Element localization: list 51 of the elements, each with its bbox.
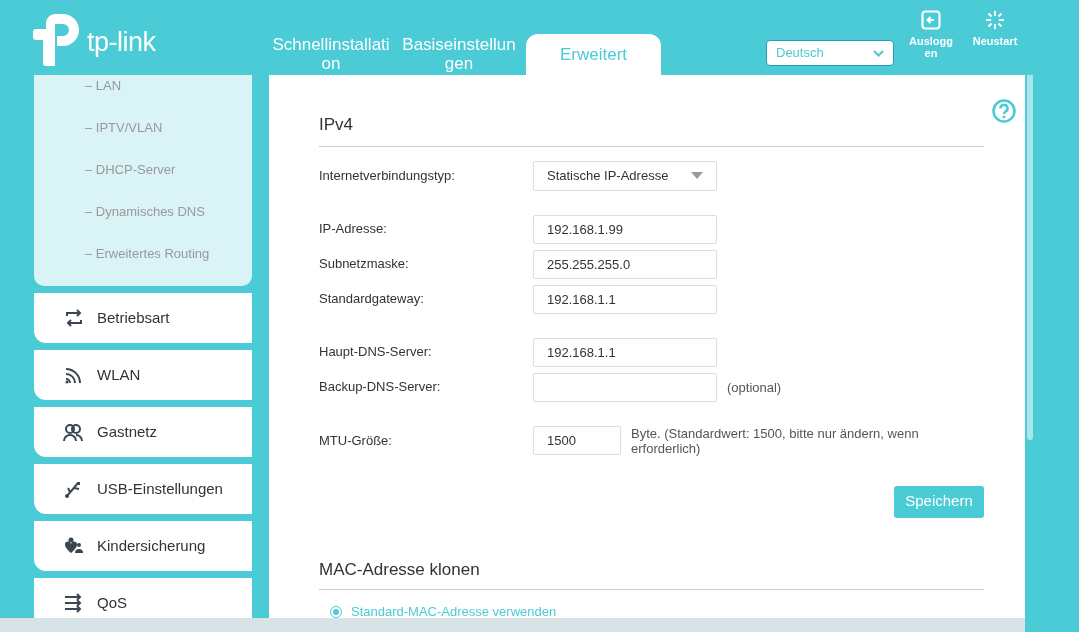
submenu-item[interactable]: – Erweitertes Routing [85,244,252,286]
people-icon [63,422,83,442]
save-button[interactable]: Speichern [894,485,984,518]
restart-icon [985,10,1005,30]
radio-label[interactable]: Standard-MAC-Adresse verwenden [351,604,557,618]
field-label: Subnetzmaske: [319,255,410,274]
nav-tab[interactable]: Erweitert [526,34,661,75]
sidebar-item[interactable]: QoS [34,578,252,618]
family-icon [63,536,83,556]
field-label: MTU-Größe: [319,431,393,450]
field-label: Standardgateway: [319,290,425,309]
input-field[interactable]: 192.168.1.1 [533,284,717,314]
swap-arrows-icon [63,308,83,328]
usb-icon [63,479,83,499]
sidebar-item[interactable]: Betriebsart [34,293,252,343]
submenu-item[interactable]: – LAN [85,76,252,118]
input-field[interactable]: 255.255.255.0 [533,249,717,279]
wifi-icon [63,365,83,385]
field-label: IP-Adresse: [319,220,388,239]
scrollbar[interactable] [1027,75,1033,440]
help-icon[interactable] [992,99,1016,123]
submenu-item[interactable]: – Dynamisches DNS [85,202,252,244]
language-value: Deutsch [776,44,824,63]
dropdown-icon [691,172,703,179]
input-field[interactable]: 192.168.1.99 [533,214,717,244]
input-field[interactable]: 192.168.1.1 [533,337,717,367]
section-title: MAC-Adresse klonen [319,556,984,590]
section-title: IPv4 [319,75,984,147]
chevron-icon [873,49,884,57]
list-arrows-icon [63,593,83,613]
input-field[interactable] [533,372,717,402]
restart-button[interactable]: Neustart [970,10,1020,59]
field-label: Backup-DNS-Server: [319,378,442,397]
nav-tab[interactable]: Schnellinstallation [270,35,392,75]
submenu-item[interactable]: – IPTV/VLAN [85,118,252,160]
logout-icon [921,10,941,30]
sidebar-item[interactable]: WLAN [34,350,252,400]
language-select[interactable]: Deutsch [766,40,894,66]
field-label: Haupt-DNS-Server: [319,343,433,362]
nav-tab[interactable]: Basiseinstellungen [398,35,520,75]
sidebar-item[interactable]: Gastnetz [34,407,252,457]
connection-type-select[interactable]: Statische IP-Adresse [533,160,717,191]
submenu-item[interactable]: – DHCP-Server [85,160,252,202]
sidebar-item[interactable]: Kindersicherung [34,521,252,571]
field-note: Byte. (Standardwert: 1500, bitte nur ändern, wenn erforderlich) [631,425,920,456]
logout-button[interactable]: Ausloggen [906,10,956,59]
input-field[interactable]: 1500 [533,426,621,455]
field-label: Internetverbindungstyp: [319,166,456,185]
logo-text: tp-link [87,25,156,59]
sidebar-item[interactable]: USB-Einstellungen [34,464,252,514]
field-note: (optional) [727,379,783,395]
